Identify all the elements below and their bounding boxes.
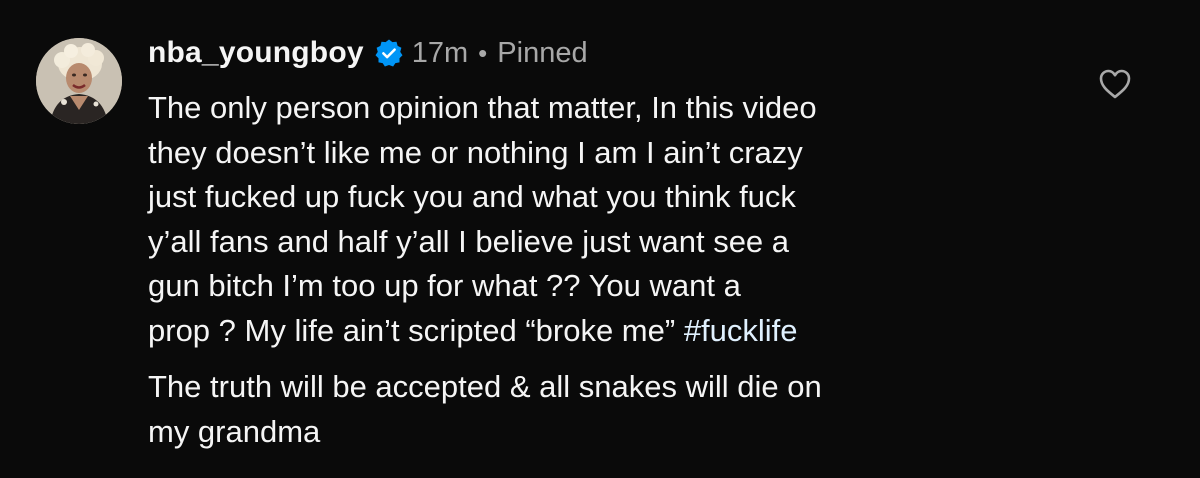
comment-timestamp[interactable]: 17m [412, 37, 468, 70]
comment-line: y’all fans and half y’all I believe just… [148, 223, 790, 259]
avatar-image [36, 38, 122, 124]
comment-line-text: prop ? My life ain’t scripted “broke me” [148, 312, 684, 348]
comment-item: nba_youngboy 17m • Pinned The only perso… [0, 0, 1200, 478]
pinned-label: Pinned [497, 36, 588, 69]
meta-separator: • [478, 37, 488, 68]
comment-paragraph-2: The truth will be accepted & all snakes … [148, 365, 1148, 454]
user-avatar[interactable] [36, 38, 122, 124]
username-link[interactable]: nba_youngboy [148, 36, 364, 70]
comment-line: just fucked up fuck you and what you thi… [148, 179, 796, 214]
heart-icon[interactable] [1097, 66, 1133, 102]
hashtag-link[interactable]: #fucklife [684, 313, 798, 348]
comment-line: prop ? My life ain’t scripted “broke me”… [148, 309, 1148, 354]
comment-line: The truth will be accepted & all snakes … [148, 369, 822, 404]
comment-paragraph-1: The only person opinion that matter, In … [148, 86, 1148, 353]
comment-line: my grandma [148, 413, 321, 449]
comment-header: nba_youngboy 17m • Pinned [148, 30, 588, 76]
comment-text: The only person opinion that matter, In … [148, 86, 1148, 454]
comment-line: they doesn’t like me or nothing I am I a… [148, 134, 803, 170]
comment-line: The only person opinion that matter, In … [148, 90, 817, 125]
verified-badge-icon [374, 38, 404, 68]
comment-line: gun bitch I’m too up for what ?? You wan… [148, 268, 741, 303]
